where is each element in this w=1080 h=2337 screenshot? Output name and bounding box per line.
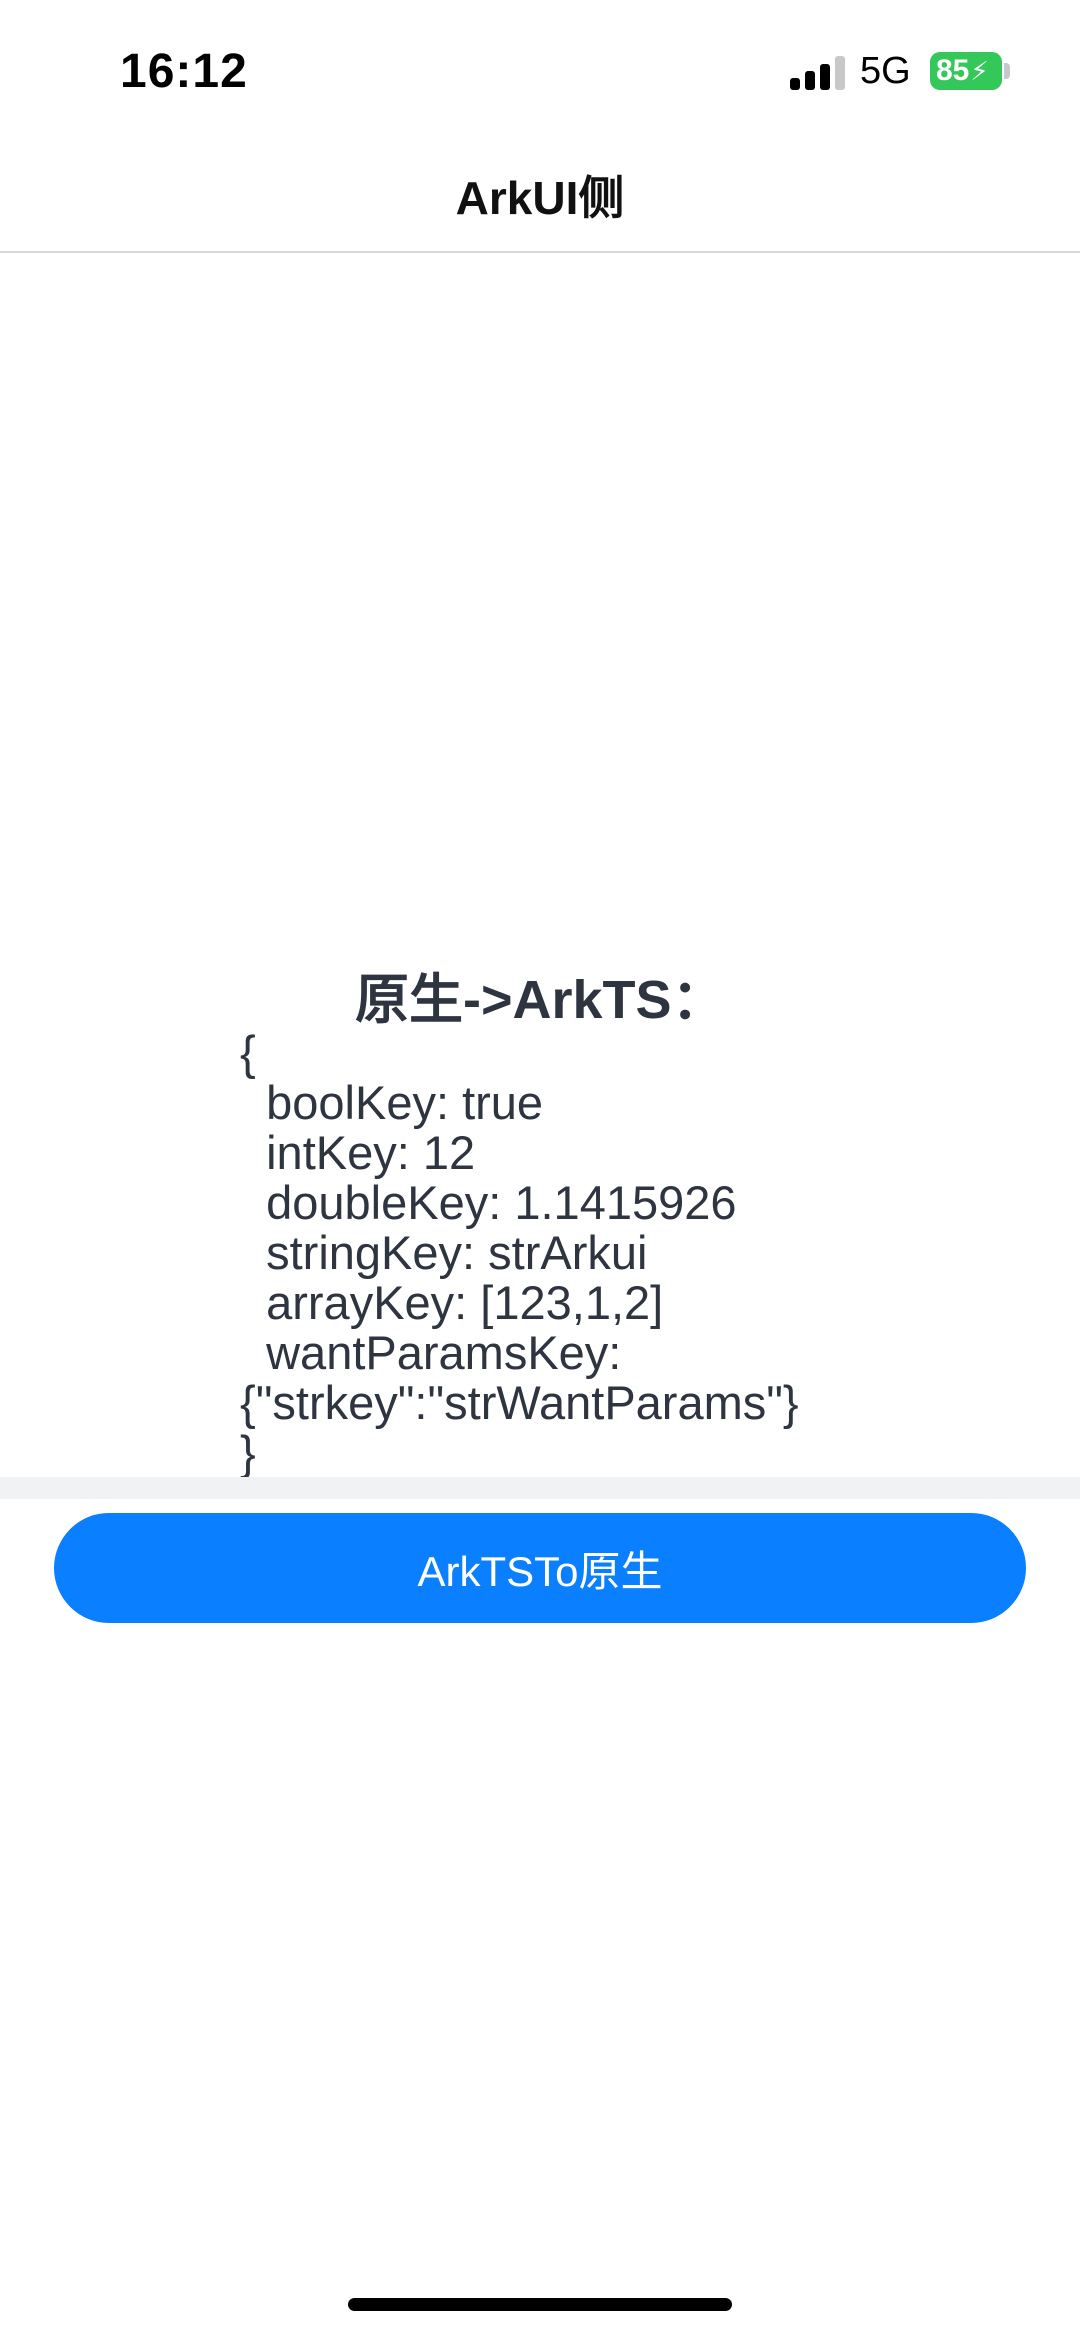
battery-cap [1004,63,1010,79]
status-time: 16:12 [120,45,248,98]
charging-bolt-icon: ⚡ [970,55,989,86]
battery-icon: 85 ⚡ [930,52,1002,90]
divider [0,1477,1080,1499]
message-body: { boolKey: true intKey: 12 doubleKey: 1.… [240,1026,799,1479]
cellular-signal-icon [790,56,846,90]
network-type: 5G [860,50,911,92]
status-bar: 16:12 5G 85 ⚡ [0,0,1080,140]
arkts-to-native-button[interactable]: ArkTSTo原生 [54,1513,1026,1623]
message-heading: 原生->ArkTS： [355,970,726,1030]
navigation-bar: ArkUI侧 [0,140,1080,253]
home-indicator[interactable] [348,2298,732,2311]
page-title: ArkUI侧 [455,172,625,224]
battery-level: 85 [936,54,970,87]
screen: 16:12 5G 85 ⚡ ArkUI侧 原生->ArkTS： { boolKe… [0,0,1080,2337]
